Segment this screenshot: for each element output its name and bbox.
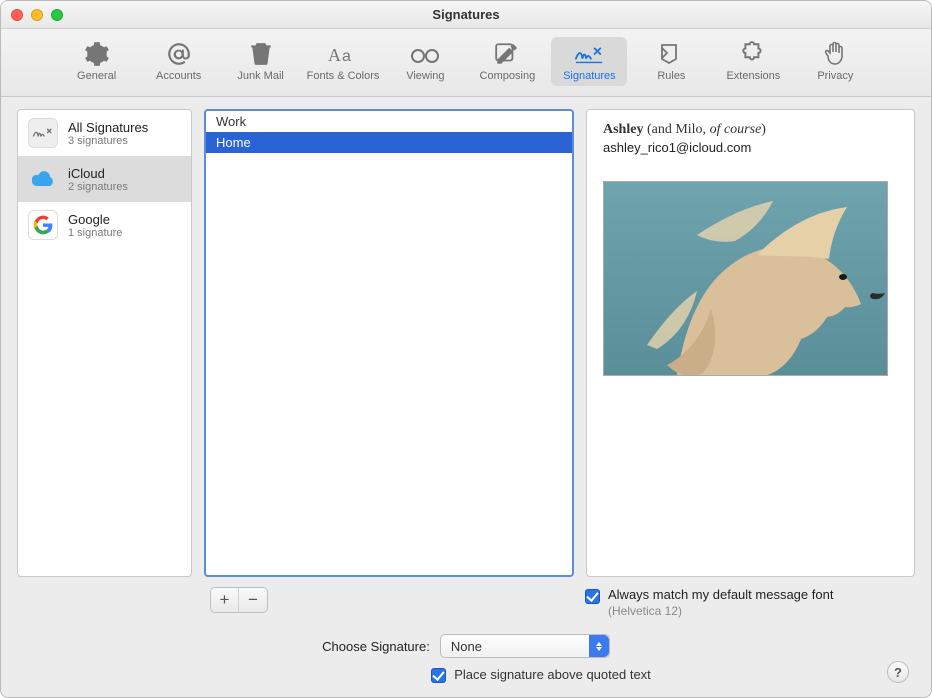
select-arrows-icon bbox=[589, 635, 609, 657]
signature-icon bbox=[574, 43, 604, 65]
dog-image-icon bbox=[637, 185, 888, 376]
preview-image bbox=[603, 181, 888, 376]
place-above-label: Place signature above quoted text bbox=[454, 667, 651, 682]
fonts-icon: Aa bbox=[328, 41, 358, 67]
tab-fonts-colors[interactable]: Aa Fonts & Colors bbox=[305, 37, 382, 86]
add-remove-group: + − bbox=[210, 587, 268, 613]
match-font-row: Always match my default message font (He… bbox=[585, 587, 915, 618]
tab-extensions[interactable]: Extensions bbox=[715, 37, 791, 86]
account-subtitle: 3 signatures bbox=[68, 135, 148, 147]
bottom-area: Choose Signature: None Place signature a… bbox=[17, 628, 915, 683]
account-icloud[interactable]: iCloud 2 signatures bbox=[18, 156, 191, 202]
place-above-checkbox[interactable] bbox=[431, 668, 446, 683]
tab-label: Composing bbox=[480, 70, 536, 82]
tab-label: General bbox=[77, 70, 116, 82]
google-icon bbox=[28, 210, 58, 240]
tab-general[interactable]: General bbox=[59, 37, 135, 86]
signature-item-work[interactable]: Work bbox=[206, 111, 572, 132]
tab-label: Junk Mail bbox=[237, 70, 283, 82]
preview-line1: Ashley (and Milo, of course) bbox=[603, 122, 898, 138]
tab-viewing[interactable]: Viewing bbox=[387, 37, 463, 86]
signatures-column: Work Home bbox=[204, 109, 574, 577]
preferences-toolbar: General Accounts Junk Mail Aa Fonts & Co… bbox=[1, 29, 931, 97]
place-above-row: Place signature above quoted text bbox=[431, 666, 651, 683]
tab-rules[interactable]: Rules bbox=[633, 37, 709, 86]
match-font-label: Always match my default message font bbox=[608, 587, 833, 602]
signatures-list[interactable]: Work Home bbox=[204, 109, 574, 577]
hand-icon bbox=[824, 41, 846, 67]
preview-column: Ashley (and Milo, of course) ashley_rico… bbox=[586, 109, 915, 577]
add-signature-button[interactable]: + bbox=[211, 588, 239, 612]
tab-label: Signatures bbox=[563, 70, 616, 82]
titlebar: Signatures bbox=[1, 1, 931, 29]
tab-composing[interactable]: Composing bbox=[469, 37, 545, 86]
tab-signatures[interactable]: Signatures bbox=[551, 37, 627, 86]
tab-junk-mail[interactable]: Junk Mail bbox=[223, 37, 299, 86]
signatures-preferences-window: Signatures General Accounts Junk Mail Aa… bbox=[0, 0, 932, 698]
account-name: iCloud bbox=[68, 166, 128, 181]
choose-signature-select[interactable]: None bbox=[440, 634, 610, 658]
signature-preview[interactable]: Ashley (and Milo, of course) ashley_rico… bbox=[586, 109, 915, 577]
preview-paren-close: ) bbox=[761, 122, 766, 137]
signature-item-home[interactable]: Home bbox=[206, 132, 572, 153]
tab-label: Extensions bbox=[726, 70, 780, 82]
compose-icon bbox=[494, 41, 520, 67]
help-button[interactable]: ? bbox=[887, 661, 909, 683]
all-signatures-icon bbox=[28, 118, 58, 148]
account-all-signatures[interactable]: All Signatures 3 signatures bbox=[18, 110, 191, 156]
svg-text:a: a bbox=[342, 48, 351, 65]
content-area: All Signatures 3 signatures iCloud 2 sig… bbox=[1, 97, 931, 697]
preview-name: Ashley bbox=[603, 122, 643, 137]
preview-email: ashley_rico1@icloud.com bbox=[603, 140, 898, 155]
choose-signature-value: None bbox=[451, 639, 482, 654]
icloud-icon bbox=[28, 164, 58, 194]
preview-paren-open: (and Milo, bbox=[647, 122, 710, 137]
tab-privacy[interactable]: Privacy bbox=[797, 37, 873, 86]
account-subtitle: 1 signature bbox=[68, 227, 122, 239]
tab-label: Accounts bbox=[156, 70, 201, 82]
preview-italic: of course bbox=[710, 122, 762, 137]
tab-label: Viewing bbox=[406, 70, 444, 82]
choose-signature-row: Choose Signature: None bbox=[322, 634, 610, 658]
match-font-checkbox[interactable] bbox=[585, 589, 600, 604]
glasses-icon bbox=[410, 44, 440, 64]
svg-text:A: A bbox=[328, 45, 341, 65]
rules-icon bbox=[658, 42, 684, 66]
tab-accounts[interactable]: Accounts bbox=[141, 37, 217, 86]
accounts-list[interactable]: All Signatures 3 signatures iCloud 2 sig… bbox=[17, 109, 192, 577]
trash-icon bbox=[247, 41, 275, 67]
account-subtitle: 2 signatures bbox=[68, 181, 128, 193]
match-font-value: (Helvetica 12) bbox=[608, 604, 833, 618]
puzzle-icon bbox=[740, 41, 766, 67]
choose-signature-label: Choose Signature: bbox=[322, 639, 430, 654]
account-google[interactable]: Google 1 signature bbox=[18, 202, 191, 248]
remove-signature-button[interactable]: − bbox=[239, 588, 267, 612]
columns: All Signatures 3 signatures iCloud 2 sig… bbox=[17, 109, 915, 577]
tab-label: Rules bbox=[657, 70, 685, 82]
window-title: Signatures bbox=[1, 7, 931, 22]
below-columns-row: + − Always match my default message font… bbox=[17, 587, 915, 618]
at-sign-icon bbox=[165, 41, 193, 67]
account-name: All Signatures bbox=[68, 120, 148, 135]
account-name: Google bbox=[68, 212, 122, 227]
tab-label: Fonts & Colors bbox=[307, 70, 380, 82]
gear-icon bbox=[84, 41, 110, 67]
tab-label: Privacy bbox=[817, 70, 853, 82]
